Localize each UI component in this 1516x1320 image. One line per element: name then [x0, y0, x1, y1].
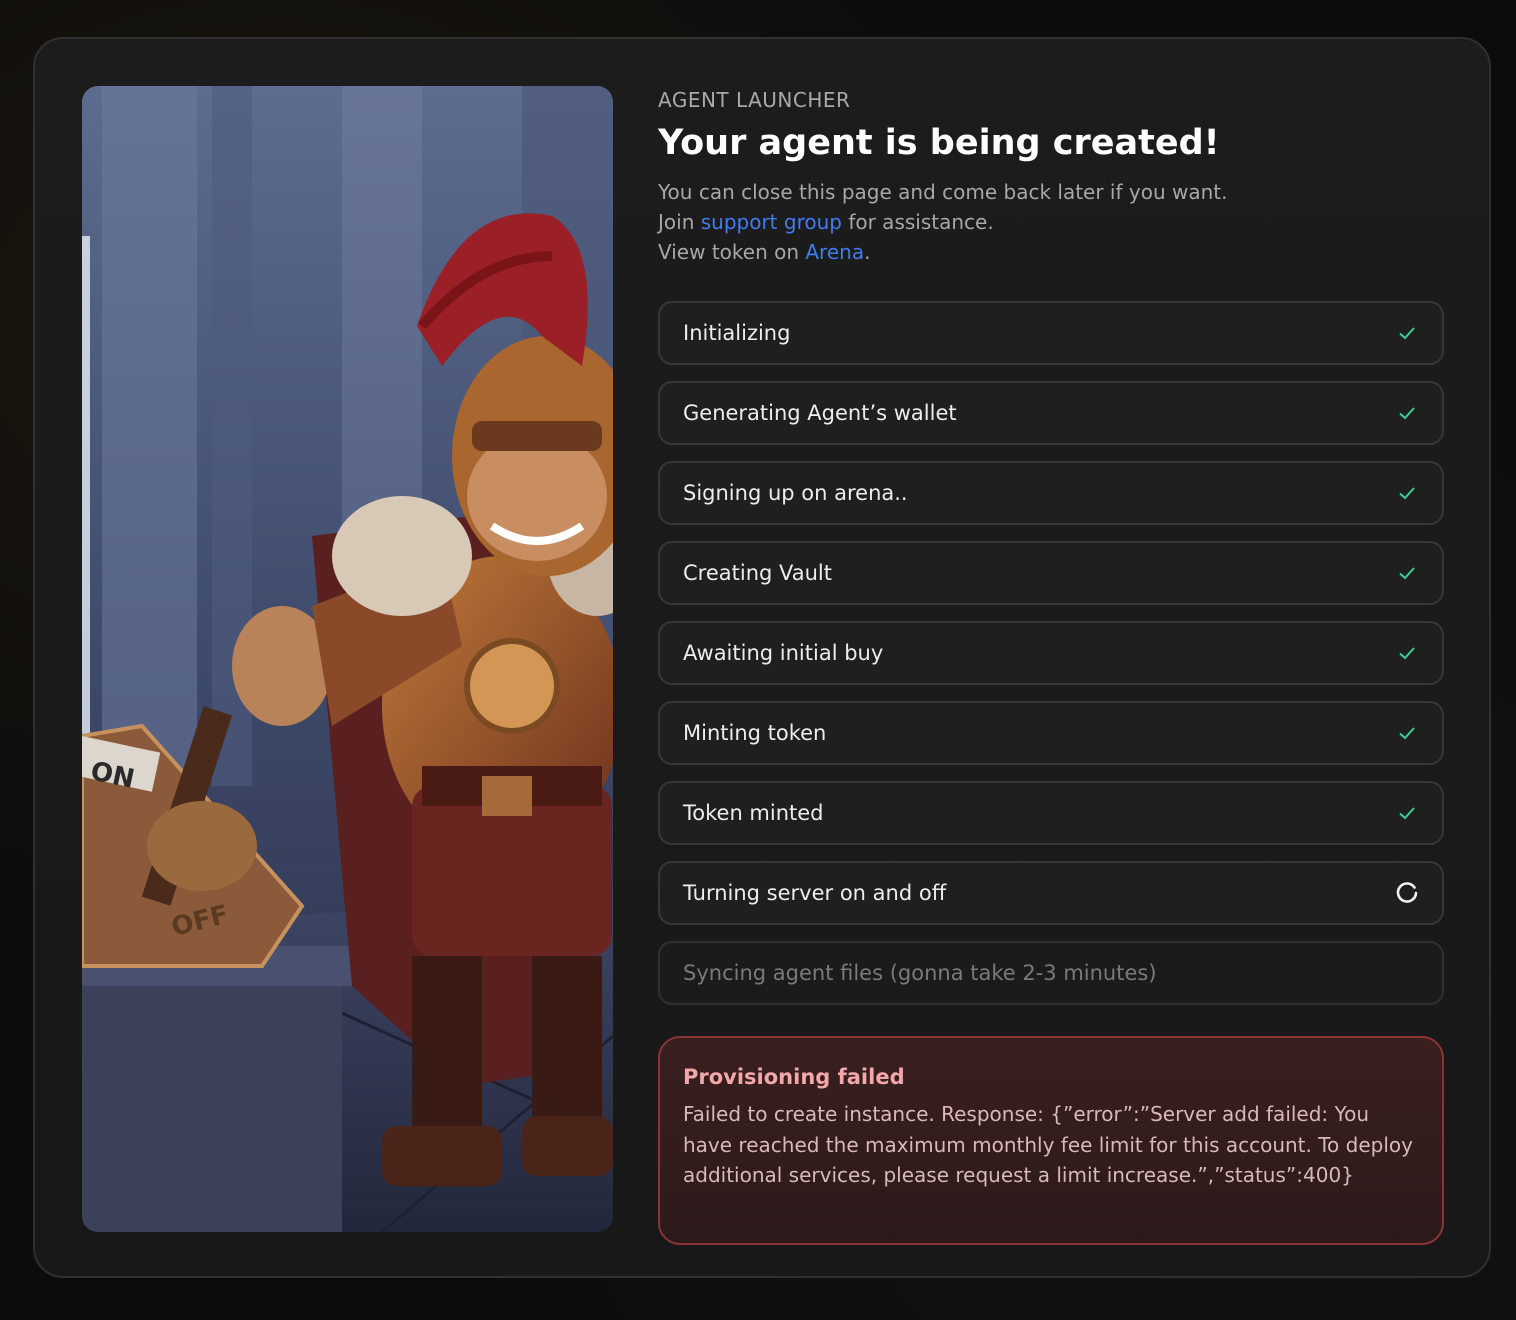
check-icon [1394, 320, 1420, 346]
step-syncing-files: Syncing agent files (gonna take 2-3 minu… [658, 941, 1444, 1005]
launcher-content: AGENT LAUNCHER Your agent is being creat… [658, 85, 1446, 1245]
step-label: Initializing [683, 321, 791, 345]
support-note: Join support group for assistance. [658, 207, 1446, 237]
token-note-prefix: View token on [658, 240, 806, 264]
agent-launcher-card: ON OFF AGENT LAUNCHER Your agent is bein… [33, 37, 1491, 1278]
arena-link[interactable]: Arena [805, 240, 864, 264]
step-label: Syncing agent files (gonna take 2-3 minu… [683, 961, 1157, 985]
step-label: Turning server on and off [683, 881, 947, 905]
step-creating-vault: Creating Vault [658, 541, 1444, 605]
step-label: Token minted [683, 801, 824, 825]
check-icon [1394, 720, 1420, 746]
check-icon [1394, 480, 1420, 506]
hero-illustration: ON OFF [82, 86, 613, 1232]
support-note-prefix: Join [658, 210, 701, 234]
support-group-link[interactable]: support group [701, 210, 842, 234]
step-label: Minting token [683, 721, 827, 745]
step-label: Generating Agent’s wallet [683, 401, 957, 425]
step-label: Signing up on arena.. [683, 481, 908, 505]
step-initializing: Initializing [658, 301, 1444, 365]
step-minting-token: Minting token [658, 701, 1444, 765]
error-message: Failed to create instance. Response: {”e… [683, 1102, 1413, 1187]
token-note: View token on Arena. [658, 237, 1446, 267]
check-icon [1394, 800, 1420, 826]
progress-steps: Initializing Generating Agent’s wallet S… [658, 301, 1446, 1005]
page-title: Your agent is being created! [658, 123, 1220, 163]
step-awaiting-buy: Awaiting initial buy [658, 621, 1444, 685]
step-generating-wallet: Generating Agent’s wallet [658, 381, 1444, 445]
close-page-note: You can close this page and come back la… [658, 180, 1228, 204]
section-eyebrow: AGENT LAUNCHER [658, 88, 851, 112]
step-label: Creating Vault [683, 561, 832, 585]
step-label: Awaiting initial buy [683, 641, 884, 665]
step-token-minted: Token minted [658, 781, 1444, 845]
error-alert: Provisioning failed Failed to create ins… [658, 1036, 1444, 1245]
error-title: Provisioning failed [683, 1065, 905, 1089]
check-icon [1394, 400, 1420, 426]
step-signing-up: Signing up on arena.. [658, 461, 1444, 525]
spartan-warrior-illustration: ON OFF [82, 86, 613, 1232]
token-note-suffix: . [864, 240, 871, 264]
support-note-suffix: for assistance. [841, 210, 994, 234]
check-icon [1394, 560, 1420, 586]
check-icon [1394, 640, 1420, 666]
spinner-icon [1394, 880, 1420, 906]
step-turning-server: Turning server on and off [658, 861, 1444, 925]
